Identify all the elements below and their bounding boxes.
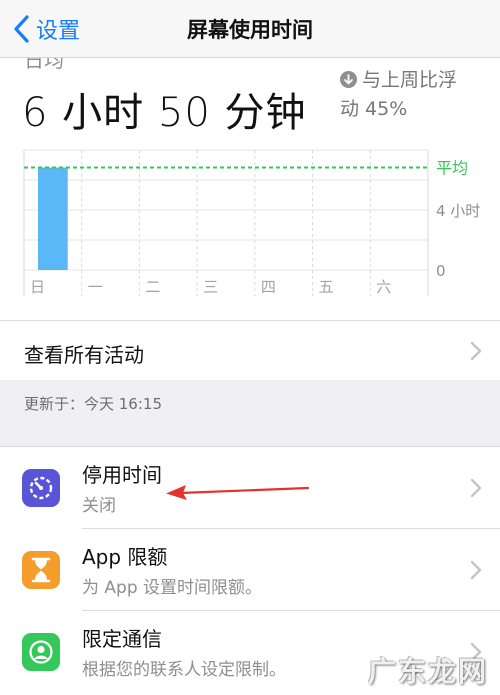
- week-comparison: 与上周比浮 动 45%: [340, 66, 490, 124]
- y-tick-label: 0: [436, 262, 446, 280]
- weekly-usage-chart: 平均 0 4 小时日 一 二 三 四 五 六: [23, 149, 480, 296]
- downtime-icon: [22, 469, 60, 507]
- daily-average-label: 日均: [24, 58, 64, 72]
- watermark: 广东龙网: [368, 655, 489, 688]
- see-all-activity-row[interactable]: 查看所有活动: [0, 320, 500, 380]
- x-tick-label: 三: [203, 278, 218, 296]
- x-tick-label: 五: [319, 278, 334, 296]
- downtime-title: 停用时间: [82, 463, 162, 487]
- x-tick-label: 日: [30, 278, 45, 296]
- communication-limits-title: 限定通信: [82, 627, 162, 651]
- bar-日: [38, 167, 68, 270]
- chevron-right-icon: [470, 560, 482, 580]
- communication-limits-description: 根据您的联系人设定限制。: [82, 660, 286, 680]
- app-limits-title: App 限额: [82, 545, 168, 569]
- app-limits-description: 为 App 设置时间限额。: [82, 578, 263, 598]
- arrow-down-circle-icon: [340, 71, 357, 88]
- chevron-right-icon: [470, 341, 482, 361]
- comparison-line-2: 动 45%: [340, 98, 408, 120]
- usage-summary-card[interactable]: 日均 6 小时 50 分钟 与上周比浮 动 45% 平均 0 4 小时日 一 二 三 四 五 六: [0, 58, 500, 320]
- contact-icon: [22, 633, 60, 671]
- downtime-status: 关闭: [82, 496, 116, 516]
- total-usage-time: 6 小时 50 分钟: [22, 90, 307, 136]
- chevron-right-icon: [470, 478, 482, 498]
- hourglass-icon: [22, 551, 60, 589]
- x-tick-label: 六: [376, 278, 391, 296]
- x-tick-label: 四: [261, 278, 276, 296]
- average-label: 平均: [436, 159, 468, 178]
- x-tick-label: 二: [145, 278, 160, 296]
- last-updated-text: 更新于：今天 16:15: [24, 395, 162, 413]
- annotation-arrow: [166, 485, 310, 500]
- y-tick-label: 4 小时: [436, 202, 480, 220]
- see-all-activity-label: 查看所有活动: [24, 343, 144, 367]
- list-item-app-limits[interactable]: App 限额 为 App 设置时间限额。: [0, 529, 500, 611]
- navigation-bar: 设置 屏幕使用时间: [0, 0, 500, 58]
- comparison-line-1: 与上周比浮: [362, 69, 458, 91]
- x-tick-label: 一: [88, 278, 103, 296]
- page-title: 屏幕使用时间: [187, 18, 313, 42]
